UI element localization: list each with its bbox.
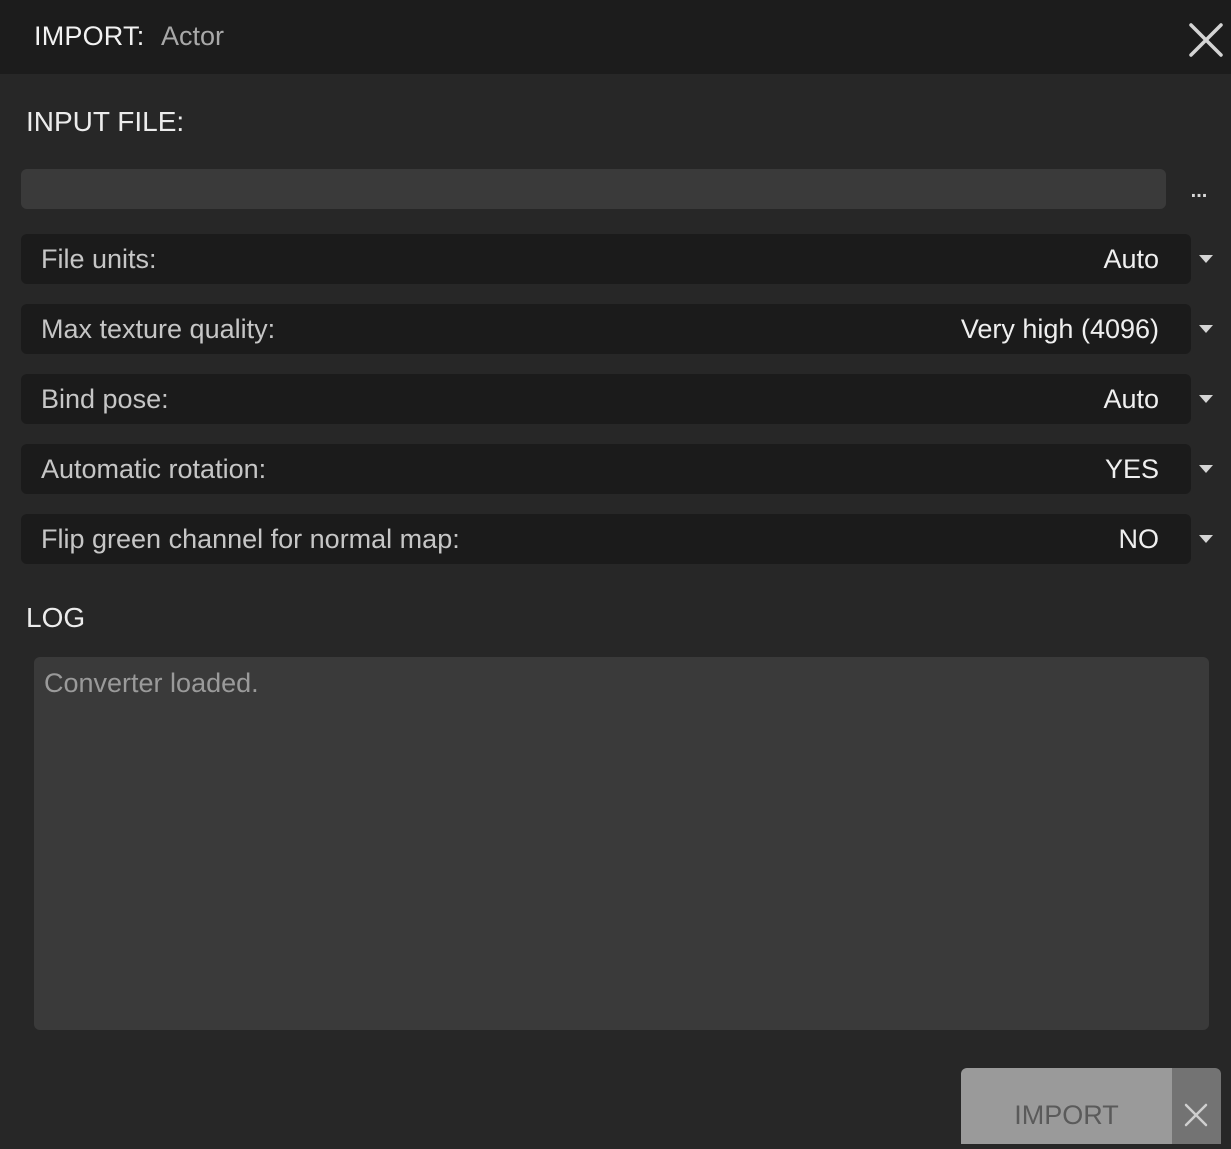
option-max-texture-quality[interactable]: Max texture quality: Very high (4096) (21, 304, 1191, 354)
option-label: Flip green channel for normal map: (41, 524, 460, 554)
chevron-down-icon[interactable] (1198, 254, 1214, 264)
chevron-down-icon[interactable] (1198, 394, 1214, 404)
chevron-down-icon[interactable] (1198, 324, 1214, 334)
log-heading: LOG (26, 602, 86, 633)
option-value: Auto (1103, 384, 1159, 414)
option-label: Max texture quality: (41, 314, 276, 344)
close-button[interactable] (1186, 20, 1226, 60)
option-bind-pose[interactable]: Bind pose: Auto (21, 374, 1191, 424)
option-value: Very high (4096) (960, 314, 1159, 344)
log-line: Converter loaded. (44, 668, 259, 698)
chevron-down-icon[interactable] (1198, 534, 1214, 544)
browse-button[interactable]: ... (1180, 180, 1218, 210)
close-icon (1184, 1103, 1208, 1127)
option-value: YES (1104, 454, 1159, 484)
log-output[interactable]: Converter loaded. (34, 657, 1209, 1030)
option-label: Bind pose: (41, 384, 169, 414)
import-button[interactable]: IMPORT (961, 1068, 1172, 1144)
input-file-field[interactable] (21, 169, 1166, 209)
option-flip-green-channel[interactable]: Flip green channel for normal map: NO (21, 514, 1191, 564)
input-file-heading: INPUT FILE: (26, 106, 185, 137)
dialog-title: IMPORT: (34, 21, 145, 51)
option-label: Automatic rotation: (41, 454, 267, 484)
option-automatic-rotation[interactable]: Automatic rotation: YES (21, 444, 1191, 494)
dialog-subtitle: Actor (161, 21, 225, 51)
option-label: File units: (41, 244, 157, 274)
option-value: Auto (1103, 244, 1159, 274)
option-value: NO (1118, 524, 1160, 554)
option-file-units[interactable]: File units: Auto (21, 234, 1191, 284)
import-button-label: IMPORT (1014, 1100, 1119, 1130)
chevron-down-icon[interactable] (1198, 464, 1214, 474)
title-bar: IMPORT: Actor (0, 0, 1231, 74)
cancel-import-button[interactable] (1172, 1068, 1221, 1144)
close-icon (1189, 23, 1223, 57)
